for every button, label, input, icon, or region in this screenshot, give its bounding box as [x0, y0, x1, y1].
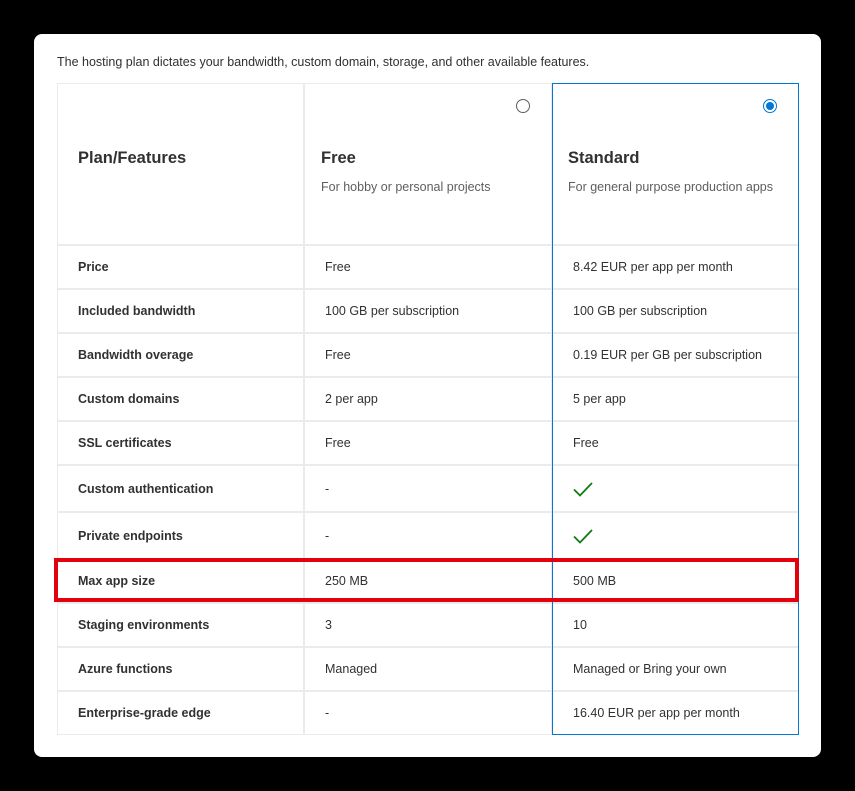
feature-label: Bandwidth overage [78, 348, 194, 362]
feature-label: Price [78, 260, 109, 274]
free-value: 3 [325, 618, 332, 632]
feature-label: Custom authentication [78, 481, 214, 496]
table-cell: 2 per app [304, 377, 552, 421]
table-cell: 16.40 EUR per app per month [552, 691, 799, 735]
table-cell [552, 465, 799, 512]
free-value: - [325, 481, 330, 496]
table-cell: Bandwidth overage [57, 333, 304, 377]
feature-label: Included bandwidth [78, 304, 196, 318]
table-cell: Enterprise-grade edge [57, 691, 304, 735]
table-cell: Free [304, 245, 552, 289]
free-value: Free [325, 348, 351, 362]
table-cell: Staging environments [57, 603, 304, 647]
plan-comparison-table: Plan/Features Free For hobby or personal… [57, 83, 799, 735]
free-value: Managed [325, 662, 378, 676]
feature-label: Custom domains [78, 392, 180, 406]
table-cell: Free [304, 421, 552, 465]
free-value: - [325, 706, 330, 720]
table-cell [552, 512, 799, 559]
table-cell: 3 [304, 603, 552, 647]
table-cell: Free [304, 333, 552, 377]
standard-value: Free [573, 436, 599, 450]
feature-label: Staging environments [78, 618, 210, 632]
highlight-box [54, 558, 799, 602]
standard-value: 0.19 EUR per GB per subscription [573, 348, 762, 362]
table-cell: 100 GB per subscription [552, 289, 799, 333]
check-icon [573, 528, 593, 544]
feature-label: Enterprise-grade edge [78, 706, 211, 720]
feature-label: Azure functions [78, 662, 173, 676]
table-cell: 100 GB per subscription [304, 289, 552, 333]
table-cell: 0.19 EUR per GB per subscription [552, 333, 799, 377]
table-cell: Custom authentication [57, 465, 304, 512]
table-cell: Azure functions [57, 647, 304, 691]
standard-value: 100 GB per subscription [573, 304, 708, 318]
free-value: Free [325, 436, 351, 450]
table-cell: - [304, 691, 552, 735]
free-value: 100 GB per subscription [325, 304, 460, 318]
table-cell: Included bandwidth [57, 289, 304, 333]
table-cell: 5 per app [552, 377, 799, 421]
free-value: - [325, 528, 330, 543]
feature-label: Private endpoints [78, 528, 183, 543]
table-cell: - [304, 465, 552, 512]
table-cell: 8.42 EUR per app per month [552, 245, 799, 289]
table-cell: Managed [304, 647, 552, 691]
check-icon [573, 481, 593, 497]
free-value: 2 per app [325, 392, 378, 406]
standard-value: Managed or Bring your own [573, 662, 727, 676]
table-cell: Custom domains [57, 377, 304, 421]
free-value: Free [325, 260, 351, 274]
table-cell: Free [552, 421, 799, 465]
table-cell: Private endpoints [57, 512, 304, 559]
standard-value: 5 per app [573, 392, 626, 406]
table-cell: 10 [552, 603, 799, 647]
table-cell: - [304, 512, 552, 559]
feature-label: SSL certificates [78, 436, 172, 450]
table-cell: Managed or Bring your own [552, 647, 799, 691]
standard-value: 8.42 EUR per app per month [573, 260, 733, 274]
table-cell: SSL certificates [57, 421, 304, 465]
table-cell: Price [57, 245, 304, 289]
intro-text: The hosting plan dictates your bandwidth… [57, 55, 590, 69]
standard-value: 16.40 EUR per app per month [573, 706, 740, 720]
standard-value: 10 [573, 618, 587, 632]
